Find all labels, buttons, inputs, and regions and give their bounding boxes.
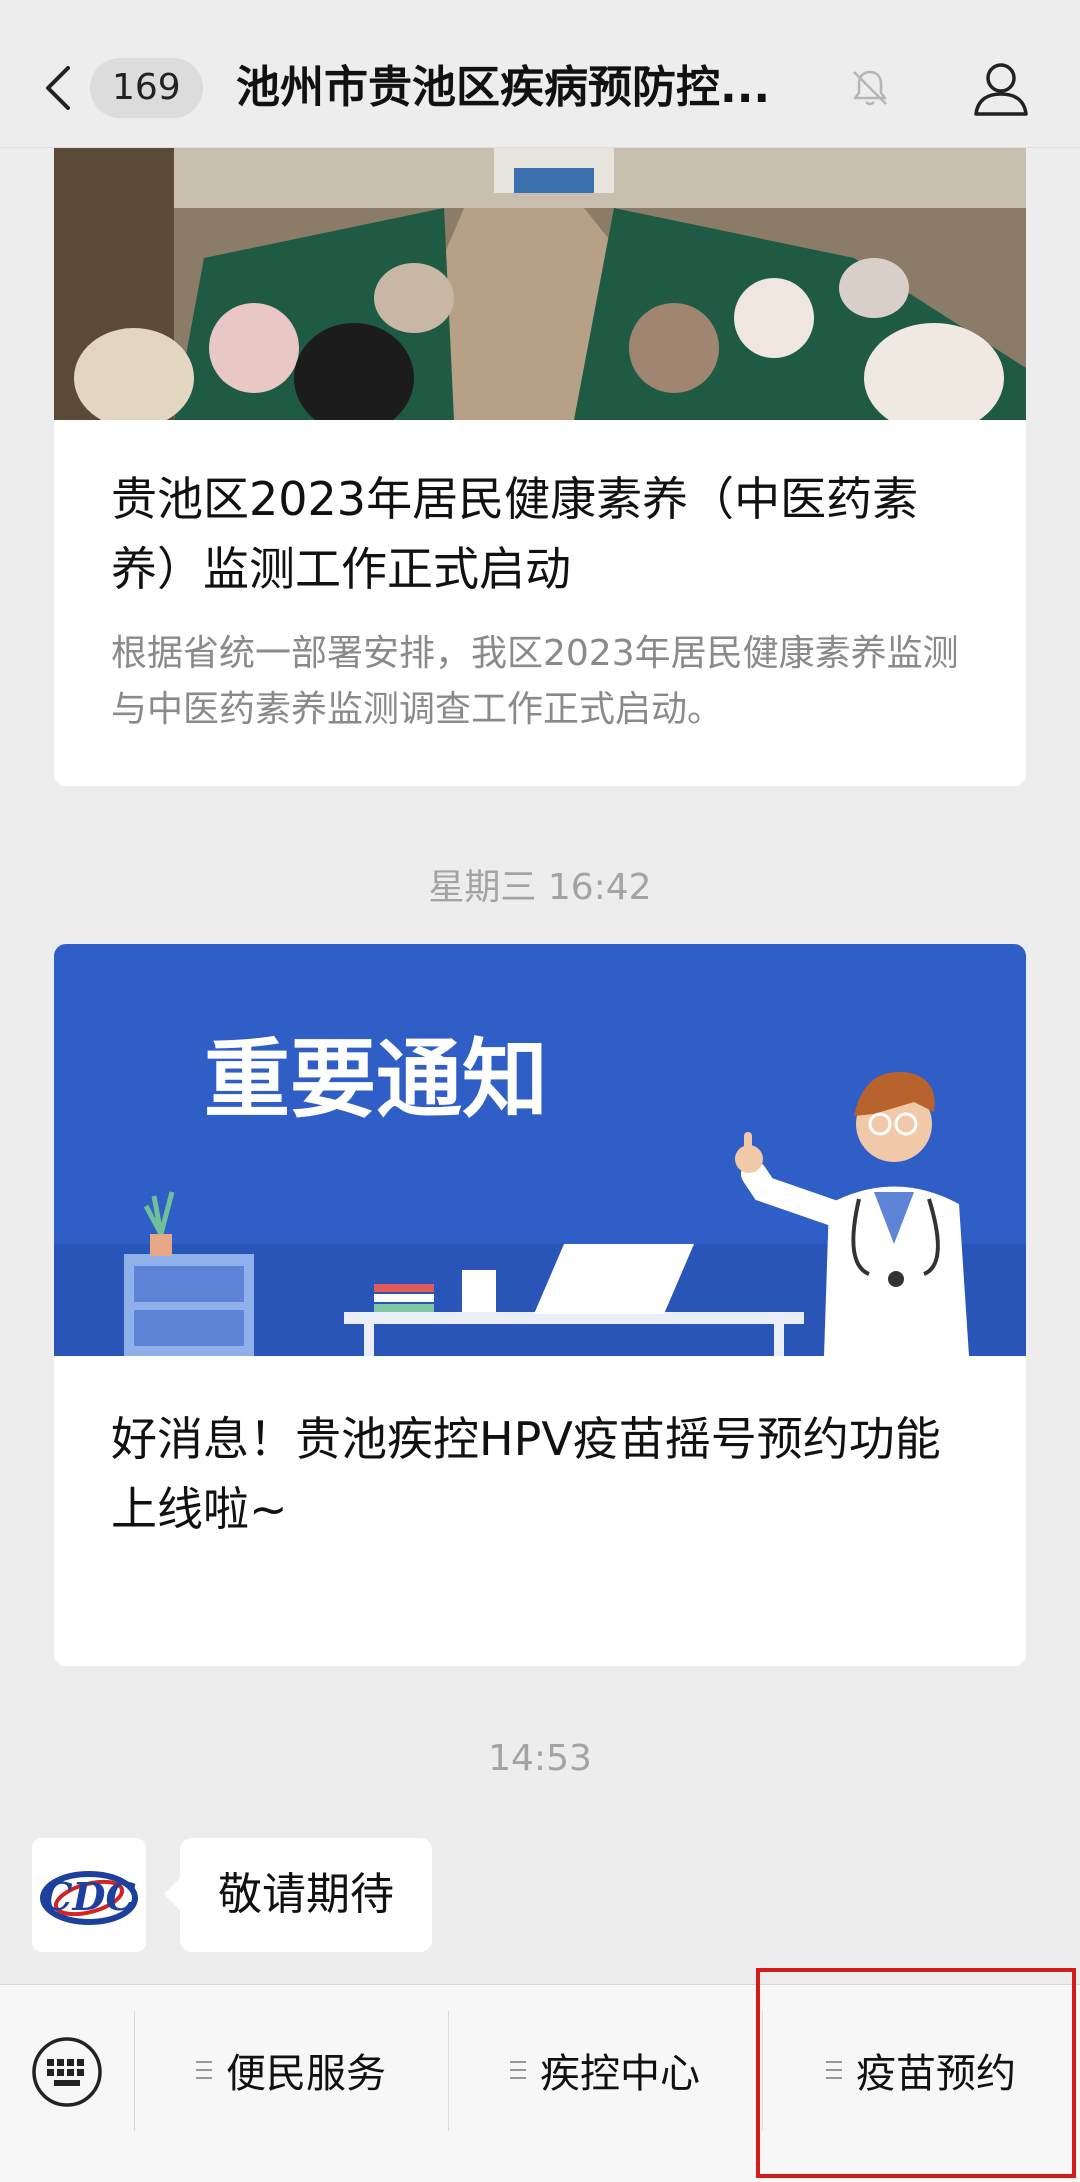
cdc-avatar[interactable]: CDC	[32, 1838, 146, 1952]
svg-text:CDC: CDC	[42, 1874, 135, 1919]
account-title: 池州市贵池区疾病预防控...	[236, 62, 771, 113]
message-timestamp: 星期三 16:42	[428, 867, 652, 908]
important-notice-banner: 重要通知	[54, 944, 1026, 1356]
submenu-icon	[510, 2061, 526, 2079]
keyboard-icon[interactable]	[30, 2035, 104, 2109]
article-card[interactable]: 重要通知 好消息！贵池疾控HPV疫苗摇号预约功能上线啦~	[54, 944, 1026, 1666]
menu-item-cdc-center[interactable]: 疾控中心	[448, 2015, 762, 2125]
cdc-logo-icon: CDC	[32, 1838, 146, 1952]
banner-title: 重要通知	[204, 1030, 548, 1130]
article-headline: 贵池区2023年居民健康素养（中医药素养）监测工作正式启动	[111, 472, 919, 596]
menu-item-convenience-services[interactable]: 便民服务	[134, 2015, 448, 2125]
message-bubble[interactable]: 敬请期待	[164, 1838, 432, 1952]
article-headline: 好消息！贵池疾控HPV疫苗摇号预约功能上线啦~	[111, 1412, 941, 1536]
unread-count-badge[interactable]: 169	[90, 58, 203, 118]
article-card[interactable]: 贵池区2023年居民健康素养（中医药素养）监测工作正式启动 根据省统一部署安排，…	[54, 148, 1026, 786]
message-timestamp: 14:53	[488, 1738, 592, 1779]
chevron-left-icon	[46, 66, 70, 110]
profile-icon[interactable]	[970, 58, 1032, 120]
mute-bell-icon	[853, 70, 887, 106]
menu-item-label: 疾控中心	[540, 2051, 700, 2097]
article-digest: 根据省统一部署安排，我区2023年居民健康素养监测与中医药素养监测调查工作正式启…	[111, 633, 959, 730]
submenu-icon	[196, 2061, 212, 2079]
chat-header: 169 池州市贵池区疾病预防控...	[0, 0, 1080, 148]
menu-item-label: 便民服务	[226, 2051, 386, 2097]
highlight-box	[756, 1968, 1076, 2178]
meeting-room-photo	[54, 148, 1026, 420]
back-button[interactable]	[38, 58, 78, 118]
